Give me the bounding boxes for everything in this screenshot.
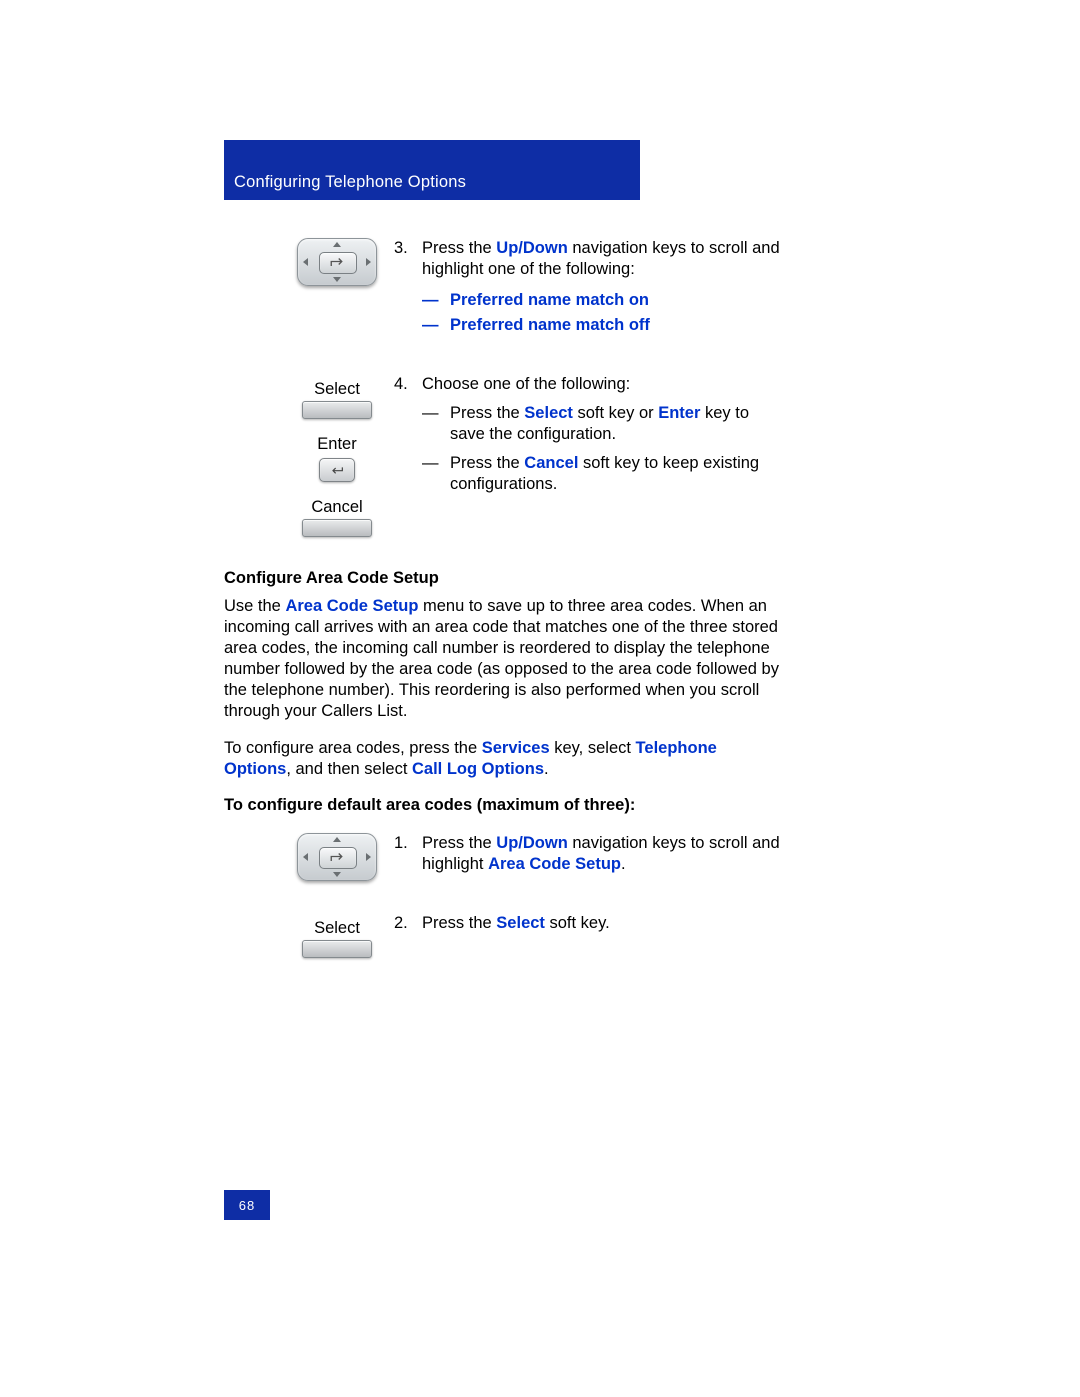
step-number: 1.	[394, 833, 422, 854]
cancel-key-label: Cancel	[311, 498, 362, 517]
select-softkey-ref: Select	[496, 914, 545, 932]
option-name-match-off: Preferred name match off	[450, 315, 782, 336]
enter-key-icon	[319, 458, 355, 482]
select-key-label: Select	[314, 919, 360, 938]
page-number: 68	[224, 1190, 270, 1220]
updown-key-ref: Up/Down	[496, 239, 568, 257]
section-paragraph-1: Use the Area Code Setup menu to save up …	[224, 596, 782, 722]
content-area: 3. Press the Up/Down navigation keys to …	[224, 238, 782, 990]
subheading-configure-area-codes: To configure default area codes (maximum…	[224, 796, 782, 815]
step-3-text: 3. Press the Up/Down navigation keys to …	[394, 238, 782, 342]
updown-key-ref: Up/Down	[496, 834, 568, 852]
select-softkey-ref: Select	[524, 404, 573, 422]
select-softkey-icon	[302, 401, 372, 419]
cancel-softkey-ref: Cancel	[524, 454, 578, 472]
call-log-options-ref: Call Log Options	[412, 760, 544, 778]
area-code-setup-menu-ref: Area Code Setup	[285, 597, 418, 615]
select-key-label: Select	[314, 380, 360, 399]
nav-key-graphic-col	[224, 238, 394, 286]
header-title: Configuring Telephone Options	[234, 173, 466, 192]
step-number: 3.	[394, 238, 422, 259]
step-number: 4.	[394, 374, 422, 395]
area-step-1-text: 1. Press the Up/Down navigation keys to …	[394, 833, 782, 881]
area-code-setup-target: Area Code Setup	[488, 855, 621, 873]
header-band: Configuring Telephone Options	[224, 140, 640, 200]
select-key-graphic-col: Select	[224, 913, 394, 958]
nav-key-graphic-col-2	[224, 833, 394, 881]
area-step-2-row: Select 2. Press the Select soft key.	[224, 913, 782, 958]
area-step-1-row: 1. Press the Up/Down navigation keys to …	[224, 833, 782, 881]
document-page: Configuring Telephone Options 3.	[0, 0, 1080, 1397]
step-4-text: 4. Choose one of the following: — Press …	[394, 374, 782, 501]
section-heading-area-code: Configure Area Code Setup	[224, 569, 782, 588]
step-number: 2.	[394, 913, 422, 934]
option-name-match-on: Preferred name match on	[450, 290, 782, 311]
select-softkey-icon	[302, 940, 372, 958]
area-step-2-text: 2. Press the Select soft key.	[394, 913, 782, 940]
enter-key-label: Enter	[317, 435, 356, 454]
step-4-row: Select Enter Cancel 4.	[224, 374, 782, 537]
section-paragraph-2: To configure area codes, press the Servi…	[224, 738, 782, 780]
softkey-graphic-col: Select Enter Cancel	[224, 374, 394, 537]
navigation-key-icon	[297, 238, 377, 286]
cancel-softkey-icon	[302, 519, 372, 537]
step-3-row: 3. Press the Up/Down navigation keys to …	[224, 238, 782, 342]
enter-key-ref: Enter	[658, 404, 700, 422]
services-key-ref: Services	[482, 739, 550, 757]
navigation-key-icon	[297, 833, 377, 881]
